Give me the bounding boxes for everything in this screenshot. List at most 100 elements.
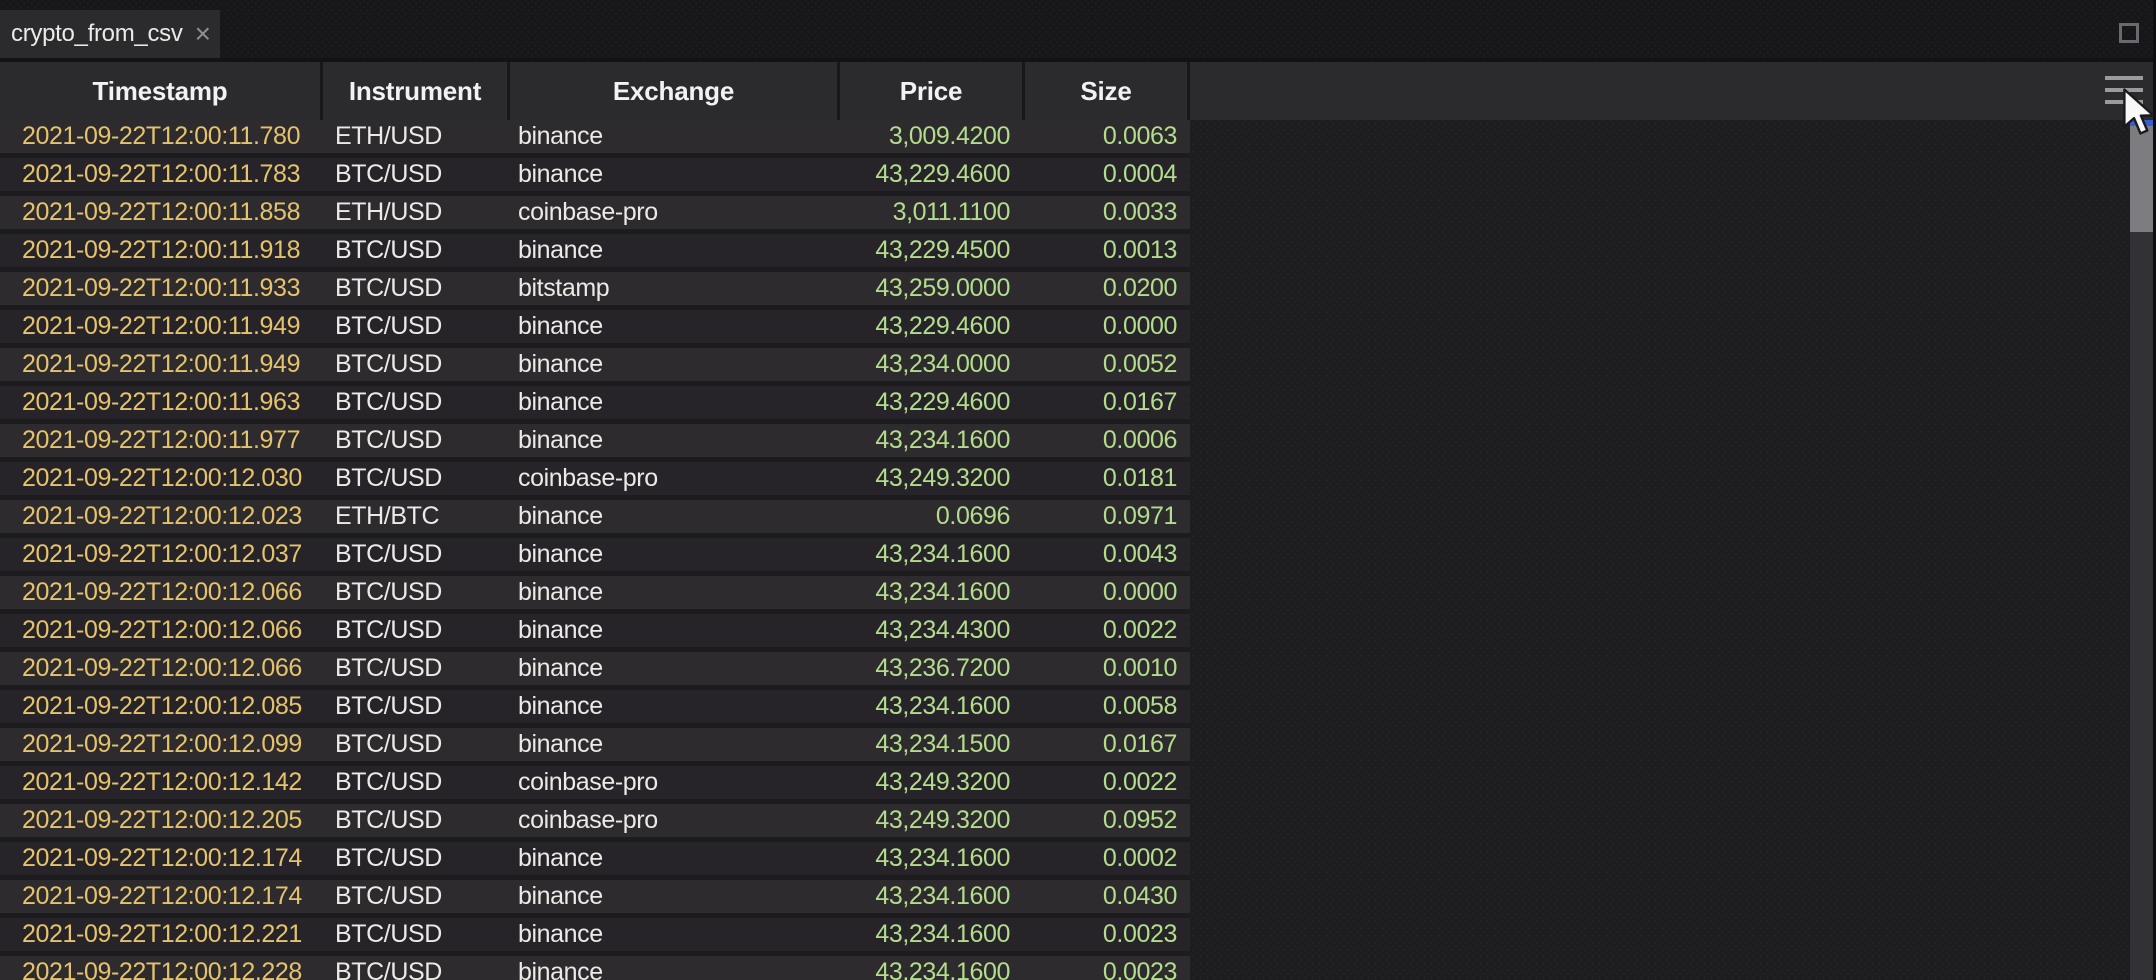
cell-size: 0.0010: [1025, 654, 1190, 683]
table-row[interactable]: 2021-09-22T12:00:12.174BTC/USDbinance43,…: [0, 880, 1190, 918]
cell-size: 0.0002: [1025, 844, 1190, 873]
cell-price: 43,236.7200: [840, 654, 1025, 683]
cell-size: 0.0952: [1025, 806, 1190, 835]
cell-exchange: binance: [510, 350, 840, 379]
cell-price: 43,234.1600: [840, 844, 1025, 873]
table-row[interactable]: 2021-09-22T12:00:11.977BTC/USDbinance43,…: [0, 424, 1190, 462]
cell-size: 0.0200: [1025, 274, 1190, 303]
cell-instrument: BTC/USD: [323, 768, 510, 797]
cell-instrument: BTC/USD: [323, 654, 510, 683]
table-row[interactable]: 2021-09-22T12:00:12.221BTC/USDbinance43,…: [0, 918, 1190, 956]
cell-timestamp: 2021-09-22T12:00:11.963: [0, 388, 323, 417]
cell-price: 0.0696: [840, 502, 1025, 531]
cell-size: 0.0167: [1025, 388, 1190, 417]
table-row[interactable]: 2021-09-22T12:00:11.963BTC/USDbinance43,…: [0, 386, 1190, 424]
tab-close-icon[interactable]: ×: [183, 20, 211, 48]
cell-exchange: binance: [510, 654, 840, 683]
column-header-size[interactable]: Size: [1025, 62, 1190, 120]
column-header-price[interactable]: Price: [840, 62, 1025, 120]
table-row[interactable]: 2021-09-22T12:00:12.066BTC/USDbinance43,…: [0, 576, 1190, 614]
table-row[interactable]: 2021-09-22T12:00:12.228BTC/USDbinance43,…: [0, 956, 1190, 980]
cell-timestamp: 2021-09-22T12:00:12.174: [0, 882, 323, 911]
cell-price: 43,229.4600: [840, 160, 1025, 189]
cell-exchange: coinbase-pro: [510, 198, 840, 227]
cell-timestamp: 2021-09-22T12:00:11.949: [0, 350, 323, 379]
cell-timestamp: 2021-09-22T12:00:12.142: [0, 768, 323, 797]
cell-price: 43,234.1600: [840, 578, 1025, 607]
table-row[interactable]: 2021-09-22T12:00:11.949BTC/USDbinance43,…: [0, 348, 1190, 386]
cell-instrument: ETH/USD: [323, 198, 510, 227]
cell-price: 43,249.3200: [840, 464, 1025, 493]
cell-price: 43,249.3200: [840, 768, 1025, 797]
cell-timestamp: 2021-09-22T12:00:11.918: [0, 236, 323, 265]
column-header-instrument[interactable]: Instrument: [323, 62, 510, 120]
cell-instrument: BTC/USD: [323, 958, 510, 980]
tab-crypto-from-csv[interactable]: crypto_from_csv ×: [0, 10, 220, 58]
scrollbar-thumb[interactable]: [2130, 126, 2153, 232]
cell-exchange: binance: [510, 578, 840, 607]
cell-exchange: coinbase-pro: [510, 768, 840, 797]
cell-size: 0.0430: [1025, 882, 1190, 911]
cell-size: 0.0023: [1025, 920, 1190, 949]
trade-table-body: 2021-09-22T12:00:11.780ETH/USDbinance3,0…: [0, 120, 1190, 980]
cell-timestamp: 2021-09-22T12:00:12.099: [0, 730, 323, 759]
cell-instrument: BTC/USD: [323, 616, 510, 645]
app-window: crypto_from_csv × Timestamp Instrument E…: [0, 0, 2156, 980]
maximize-icon[interactable]: [2119, 23, 2139, 43]
cell-timestamp: 2021-09-22T12:00:12.066: [0, 654, 323, 683]
cell-price: 43,234.1600: [840, 692, 1025, 721]
table-row[interactable]: 2021-09-22T12:00:12.030BTC/USDcoinbase-p…: [0, 462, 1190, 500]
hamburger-menu-icon[interactable]: [2105, 76, 2143, 104]
table-row[interactable]: 2021-09-22T12:00:11.949BTC/USDbinance43,…: [0, 310, 1190, 348]
cell-exchange: binance: [510, 122, 840, 151]
table-row[interactable]: 2021-09-22T12:00:12.085BTC/USDbinance43,…: [0, 690, 1190, 728]
cell-size: 0.0063: [1025, 122, 1190, 151]
cell-exchange: binance: [510, 730, 840, 759]
table-row[interactable]: 2021-09-22T12:00:12.099BTC/USDbinance43,…: [0, 728, 1190, 766]
cell-exchange: binance: [510, 958, 840, 980]
table-row[interactable]: 2021-09-22T12:00:12.023ETH/BTCbinance0.0…: [0, 500, 1190, 538]
cell-timestamp: 2021-09-22T12:00:11.977: [0, 426, 323, 455]
header-filler: [1190, 62, 2156, 120]
table-row[interactable]: 2021-09-22T12:00:12.205BTC/USDcoinbase-p…: [0, 804, 1190, 842]
cell-price: 43,234.1600: [840, 958, 1025, 980]
table-row[interactable]: 2021-09-22T12:00:11.780ETH/USDbinance3,0…: [0, 120, 1190, 158]
table-row[interactable]: 2021-09-22T12:00:12.066BTC/USDbinance43,…: [0, 614, 1190, 652]
cell-instrument: BTC/USD: [323, 844, 510, 873]
table-row[interactable]: 2021-09-22T12:00:12.066BTC/USDbinance43,…: [0, 652, 1190, 690]
cell-price: 43,229.4600: [840, 388, 1025, 417]
table-row[interactable]: 2021-09-22T12:00:11.858ETH/USDcoinbase-p…: [0, 196, 1190, 234]
cell-timestamp: 2021-09-22T12:00:12.085: [0, 692, 323, 721]
cell-timestamp: 2021-09-22T12:00:12.221: [0, 920, 323, 949]
cell-timestamp: 2021-09-22T12:00:11.858: [0, 198, 323, 227]
table-row[interactable]: 2021-09-22T12:00:11.783BTC/USDbinance43,…: [0, 158, 1190, 196]
cell-instrument: BTC/USD: [323, 730, 510, 759]
cell-price: 43,234.1500: [840, 730, 1025, 759]
cell-size: 0.0004: [1025, 160, 1190, 189]
cell-size: 0.0167: [1025, 730, 1190, 759]
cell-exchange: binance: [510, 882, 840, 911]
cell-instrument: BTC/USD: [323, 426, 510, 455]
cell-size: 0.0971: [1025, 502, 1190, 531]
column-header-timestamp[interactable]: Timestamp: [0, 62, 323, 120]
column-header-exchange[interactable]: Exchange: [510, 62, 840, 120]
tab-bar: crypto_from_csv ×: [0, 0, 2156, 58]
cell-instrument: BTC/USD: [323, 312, 510, 341]
vertical-scrollbar[interactable]: [2130, 120, 2153, 980]
table-header: Timestamp Instrument Exchange Price Size: [0, 58, 2156, 120]
cell-size: 0.0022: [1025, 616, 1190, 645]
cell-exchange: binance: [510, 312, 840, 341]
table-row[interactable]: 2021-09-22T12:00:11.918BTC/USDbinance43,…: [0, 234, 1190, 272]
cell-price: 3,011.1100: [840, 198, 1025, 227]
table-row[interactable]: 2021-09-22T12:00:11.933BTC/USDbitstamp43…: [0, 272, 1190, 310]
cell-size: 0.0033: [1025, 198, 1190, 227]
cell-instrument: BTC/USD: [323, 236, 510, 265]
cell-exchange: coinbase-pro: [510, 464, 840, 493]
cell-timestamp: 2021-09-22T12:00:12.037: [0, 540, 323, 569]
table-row[interactable]: 2021-09-22T12:00:12.142BTC/USDcoinbase-p…: [0, 766, 1190, 804]
cell-exchange: binance: [510, 844, 840, 873]
cell-exchange: binance: [510, 616, 840, 645]
table-row[interactable]: 2021-09-22T12:00:12.037BTC/USDbinance43,…: [0, 538, 1190, 576]
table-row[interactable]: 2021-09-22T12:00:12.174BTC/USDbinance43,…: [0, 842, 1190, 880]
cell-instrument: ETH/BTC: [323, 502, 510, 531]
